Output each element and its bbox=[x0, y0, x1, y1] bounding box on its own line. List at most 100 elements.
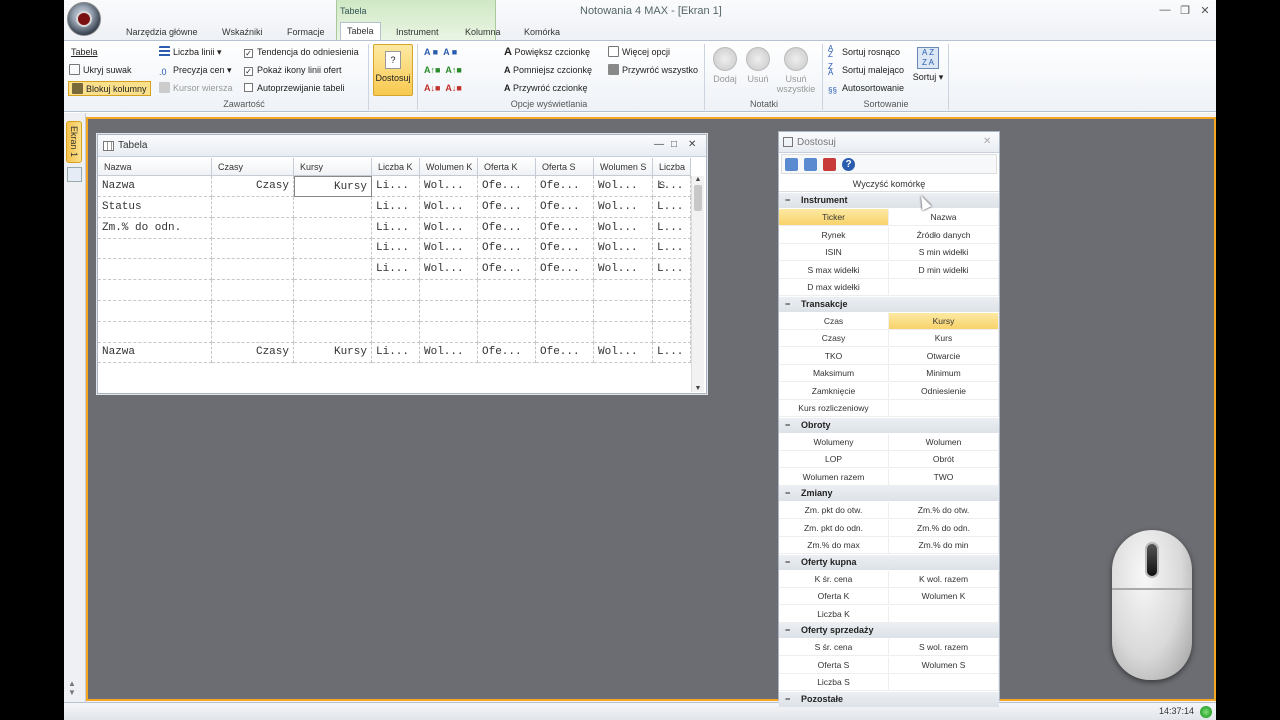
field-option[interactable]: Liczba S bbox=[779, 674, 889, 691]
table-cell[interactable]: Ofe... bbox=[478, 238, 536, 260]
help-icon[interactable]: ? bbox=[842, 158, 855, 171]
table-cell[interactable] bbox=[478, 300, 536, 322]
field-option[interactable]: LOP bbox=[779, 451, 889, 468]
table-cell[interactable]: Wol... bbox=[420, 238, 478, 260]
table-cell[interactable] bbox=[478, 280, 536, 301]
table-cell[interactable]: Ofe... bbox=[536, 196, 594, 218]
table-cell[interactable]: Wol... bbox=[420, 259, 478, 281]
field-option[interactable]: D max widełki bbox=[779, 279, 889, 296]
tabela-link[interactable]: Tabela bbox=[71, 45, 98, 60]
group-header[interactable]: − Pozostałe bbox=[779, 691, 999, 707]
table-cell[interactable]: Wol... bbox=[594, 196, 653, 218]
table-cell[interactable] bbox=[212, 300, 294, 322]
field-option[interactable]: Zm.% do max bbox=[779, 537, 889, 554]
group-header[interactable]: − Oferty sprzedaży bbox=[779, 623, 999, 638]
delete-column-icon[interactable] bbox=[823, 158, 836, 171]
insert-left-icon[interactable] bbox=[785, 158, 798, 171]
dodaj-note-button[interactable]: Dodaj bbox=[708, 47, 742, 84]
table-cell[interactable] bbox=[536, 280, 594, 301]
table-cell[interactable] bbox=[536, 300, 594, 322]
group-header[interactable]: − Instrument bbox=[779, 193, 999, 208]
collapse-icon[interactable]: − bbox=[785, 623, 790, 638]
close-icon[interactable]: ✕ bbox=[688, 139, 696, 150]
table-cell[interactable]: Ofe... bbox=[478, 259, 536, 281]
scroll-thumb[interactable] bbox=[694, 185, 702, 211]
field-option[interactable]: Zm.% do min bbox=[889, 537, 999, 554]
usun-note-button[interactable]: Usuń bbox=[741, 47, 775, 84]
table-cell[interactable]: Ofe... bbox=[478, 196, 536, 218]
table-cell[interactable]: Ofe... bbox=[536, 342, 594, 364]
table-cell[interactable] bbox=[294, 238, 372, 260]
table-cell[interactable] bbox=[420, 280, 478, 301]
field-option[interactable] bbox=[889, 674, 999, 691]
collapse-icon[interactable]: − bbox=[785, 486, 790, 501]
field-option[interactable]: ISIN bbox=[779, 244, 889, 261]
dostosuj-title-bar[interactable]: Dostosuj ✕ bbox=[779, 132, 999, 153]
field-option[interactable]: TWO bbox=[889, 468, 999, 486]
table-cell[interactable] bbox=[653, 280, 691, 301]
table-cell[interactable]: Li... bbox=[372, 217, 420, 239]
field-option[interactable]: Rynek bbox=[779, 226, 889, 244]
tab-wskazniki[interactable]: Wskaźniki bbox=[216, 24, 269, 40]
field-option[interactable]: S wol. razem bbox=[889, 639, 999, 656]
field-option[interactable]: Wolumen bbox=[889, 433, 999, 451]
minimize-icon[interactable]: — bbox=[654, 139, 664, 150]
table-cell[interactable] bbox=[594, 300, 653, 322]
field-option[interactable]: Zm. pkt do odn. bbox=[779, 519, 889, 537]
column-header[interactable]: Czasy bbox=[212, 158, 294, 176]
wyczysc-komorke-button[interactable]: Wyczyść komórkę bbox=[779, 176, 999, 192]
column-header[interactable]: Kursy bbox=[294, 158, 372, 176]
column-header[interactable]: Wolumen K bbox=[420, 158, 478, 176]
vertical-scrollbar[interactable]: ▲ ▼ bbox=[691, 176, 704, 392]
table-cell[interactable]: Li... bbox=[372, 238, 420, 260]
table-cell[interactable] bbox=[212, 321, 294, 343]
table-cell[interactable] bbox=[212, 217, 294, 239]
field-option[interactable]: Odniesienie bbox=[889, 382, 999, 400]
table-cell[interactable]: Wol... bbox=[594, 342, 653, 364]
table-cell[interactable]: L... bbox=[653, 196, 691, 218]
field-option[interactable]: Czasy bbox=[779, 330, 889, 347]
table-cell[interactable] bbox=[594, 280, 653, 301]
scroll-down-icon[interactable]: ▼ bbox=[692, 385, 704, 392]
field-option[interactable]: Liczba K bbox=[779, 605, 889, 623]
field-option[interactable]: Wolumen S bbox=[889, 656, 999, 674]
group-header[interactable]: − Zmiany bbox=[779, 486, 999, 501]
table-cell[interactable]: Wol... bbox=[594, 176, 653, 197]
table-cell[interactable]: Ofe... bbox=[478, 217, 536, 239]
pokaz-ikony-checkbox[interactable]: ✓ Pokaż ikony linii ofert bbox=[244, 63, 342, 78]
table-cell[interactable]: Ofe... bbox=[536, 176, 594, 197]
field-option[interactable]: D min widełki bbox=[889, 261, 999, 279]
table-cell[interactable]: Kursy bbox=[294, 342, 372, 364]
table-cell[interactable]: Li... bbox=[372, 259, 420, 281]
table-cell[interactable] bbox=[98, 238, 212, 260]
tab-narzedzia[interactable]: Narzędzia główne bbox=[120, 24, 204, 40]
screen-list-icon[interactable] bbox=[67, 167, 82, 182]
liczba-linii-dropdown[interactable]: Liczba linii ▾ bbox=[159, 45, 222, 60]
group-header[interactable]: − Oferty kupna bbox=[779, 554, 999, 570]
table-cell[interactable] bbox=[372, 321, 420, 343]
field-option[interactable]: Otwarcie bbox=[889, 347, 999, 365]
table-cell[interactable]: Ofe... bbox=[478, 176, 536, 197]
table-cell[interactable] bbox=[212, 238, 294, 260]
autosortowanie-button[interactable]: §§ Autosortowanie bbox=[828, 81, 904, 96]
collapse-icon[interactable]: − bbox=[785, 193, 790, 208]
field-option[interactable]: Kurs rozliczeniowy bbox=[779, 400, 889, 417]
table-cell[interactable]: Status bbox=[98, 196, 212, 218]
field-option[interactable]: Czas bbox=[779, 312, 889, 330]
collapse-icon[interactable]: − bbox=[785, 555, 790, 570]
table-cell[interactable]: Ofe... bbox=[536, 259, 594, 281]
table-cell[interactable]: L... bbox=[653, 342, 691, 364]
close-icon[interactable]: ✕ bbox=[983, 136, 991, 147]
table-cell[interactable] bbox=[478, 321, 536, 343]
kursor-wiersza-button[interactable]: Kursor wiersza bbox=[159, 81, 233, 96]
table-cell[interactable]: Ofe... bbox=[536, 217, 594, 239]
table-cell[interactable]: Czasy bbox=[212, 176, 294, 197]
insert-right-icon[interactable] bbox=[804, 158, 817, 171]
table-cell[interactable]: Wol... bbox=[420, 342, 478, 364]
font-color-red-icon[interactable]: A↓■ A↓■ bbox=[424, 81, 462, 96]
table-cell[interactable] bbox=[294, 321, 372, 343]
app-logo-icon[interactable] bbox=[67, 2, 101, 36]
wiecej-opcji-button[interactable]: Więcej opcji bbox=[608, 45, 670, 60]
collapse-icon[interactable]: − bbox=[785, 692, 790, 707]
table-cell[interactable] bbox=[212, 196, 294, 218]
